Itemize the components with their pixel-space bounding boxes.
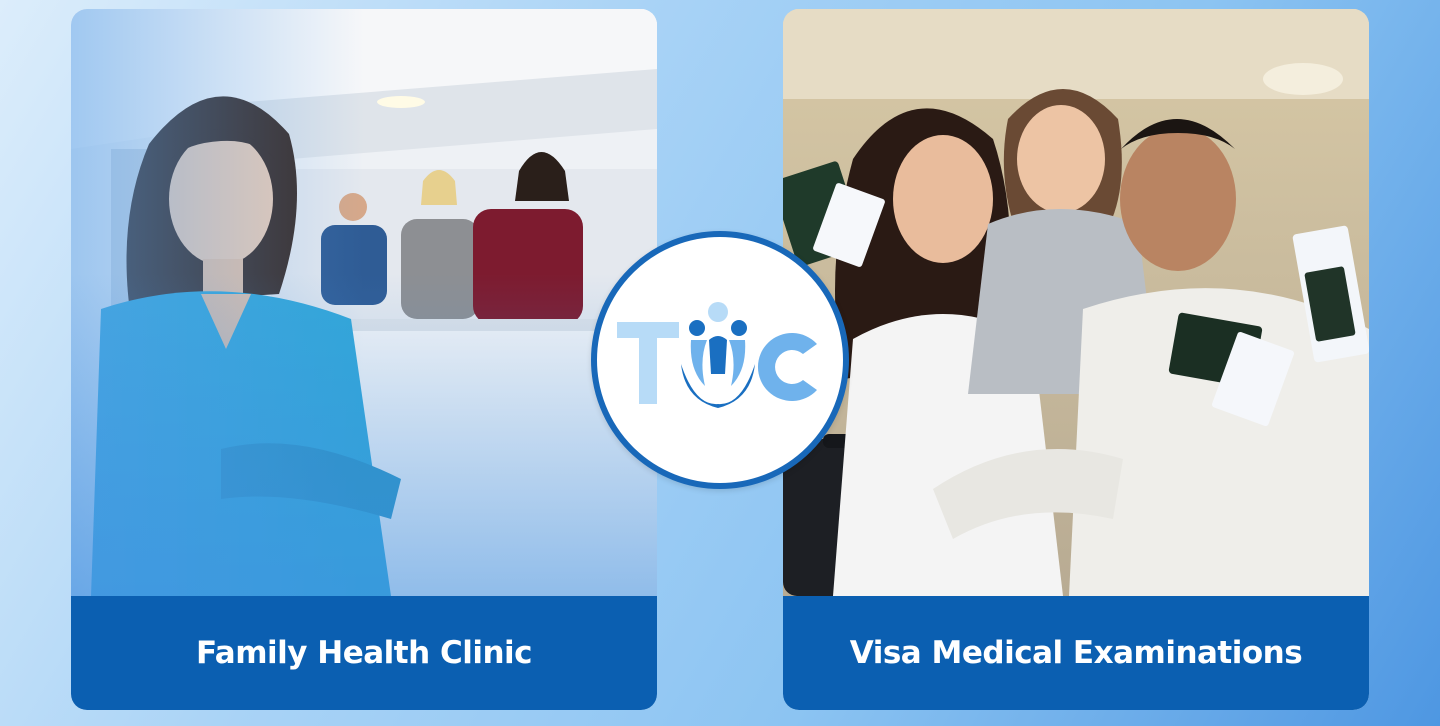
card-title: Visa Medical Examinations	[849, 635, 1303, 671]
service-card-visa-medical-examinations[interactable]: Visa Medical Examinations	[783, 9, 1369, 710]
card-label-bar[interactable]: Visa Medical Examinations	[783, 596, 1369, 710]
family-travel-photo	[783, 9, 1369, 596]
service-card-family-health-clinic[interactable]: Family Health Clinic	[71, 9, 657, 710]
brand-logo-badge	[591, 231, 849, 489]
clinic-staff-photo	[71, 9, 657, 596]
card-title: Family Health Clinic	[195, 635, 533, 671]
toc-logo-icon	[617, 302, 817, 408]
card-label-bar[interactable]: Family Health Clinic	[71, 596, 657, 710]
